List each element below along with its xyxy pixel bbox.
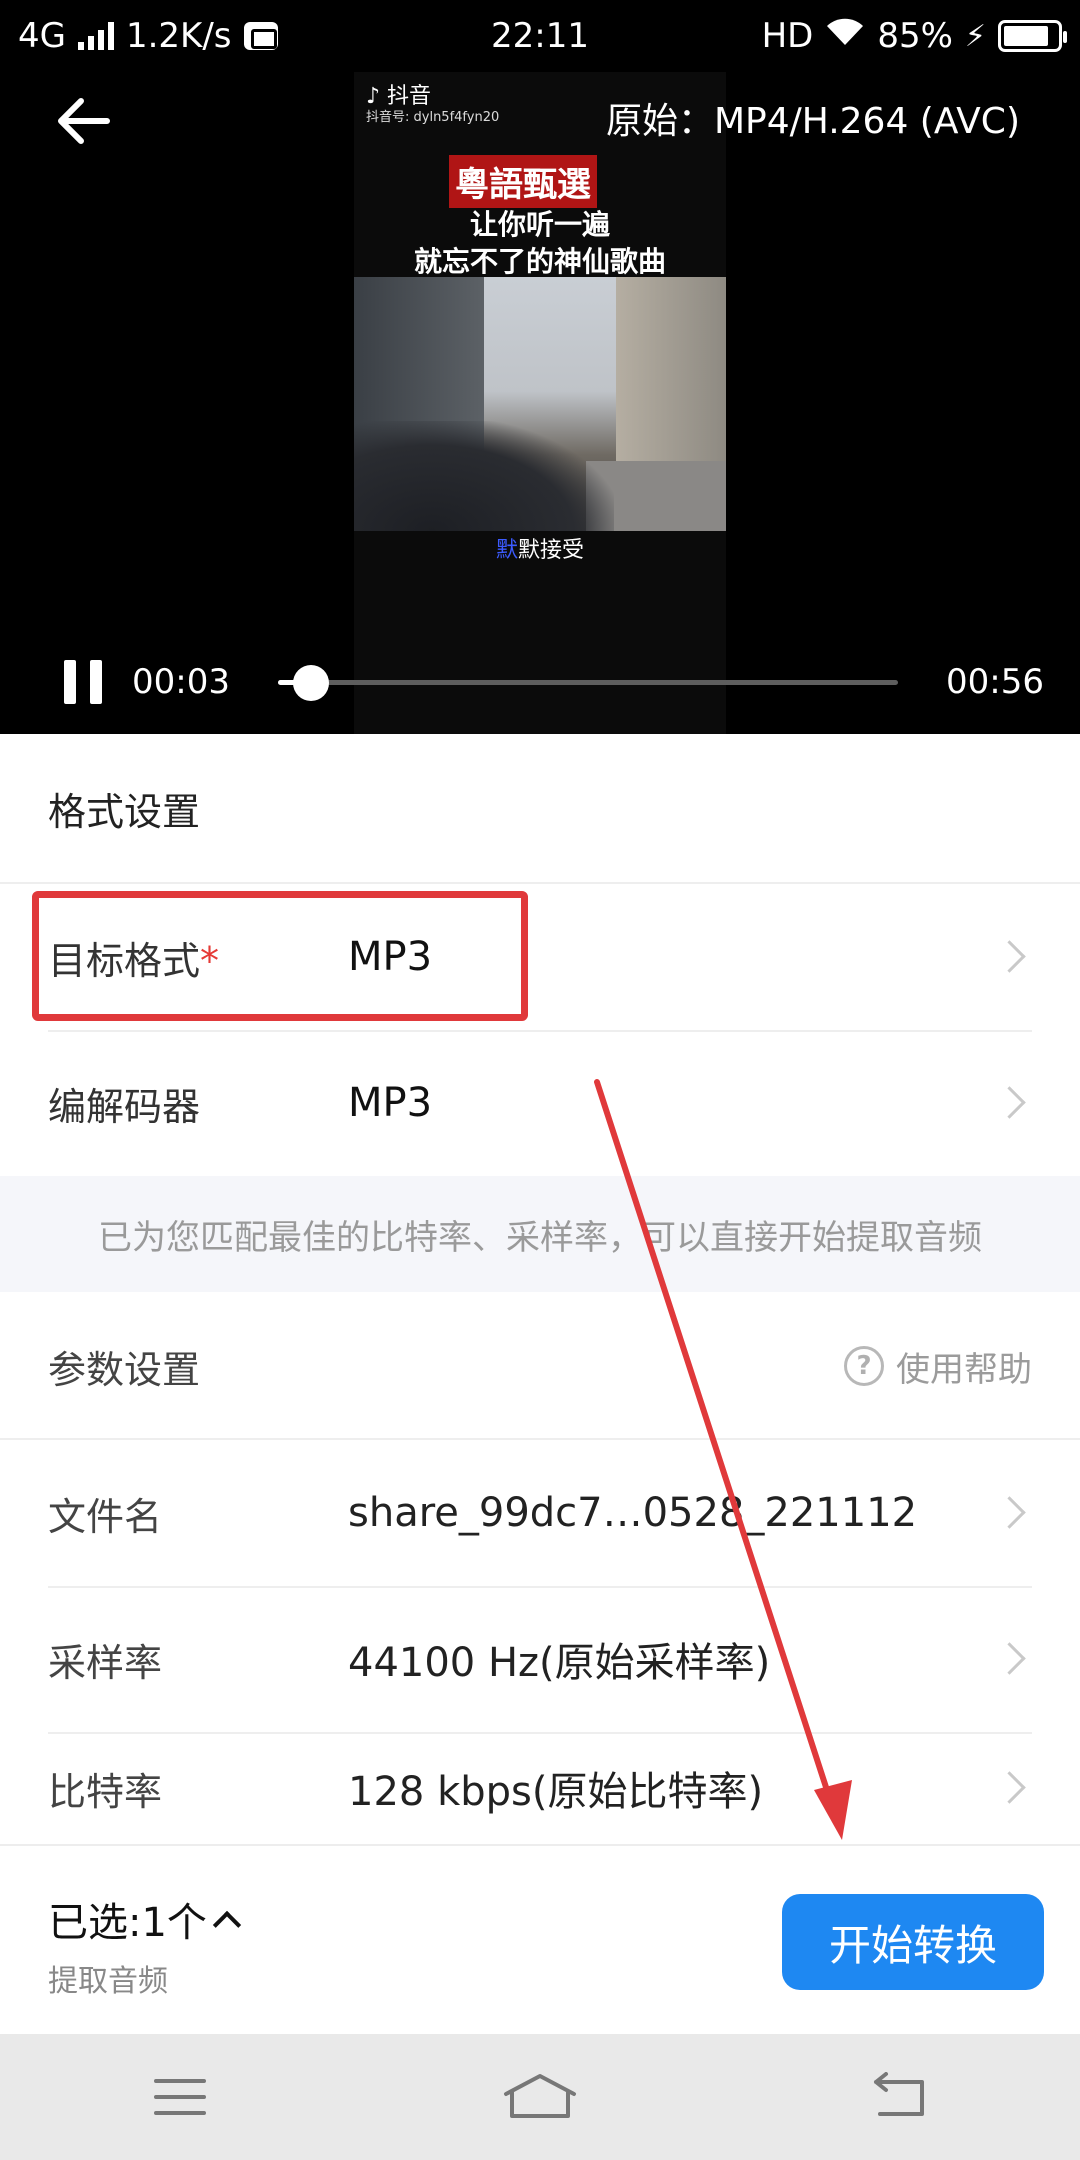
total-time: 00:56 [946,662,1044,702]
network-speed: 1.2K/s [125,16,232,56]
status-left: 4G 1.2K/s [18,16,278,56]
params-section-title: 参数设置 [48,1347,201,1392]
menu-icon [154,2079,206,2115]
format-section-label: 格式设置 [48,789,201,834]
selected-count-label: 已选:1个 [48,1900,207,1946]
hint-banner: 已为您匹配最佳的比特率、采样率，可以直接开始提取音频 [0,1176,1080,1292]
filename-label: 文件名 [48,1494,163,1539]
chevron-right-icon [992,1083,1032,1123]
chevron-right-icon [992,1639,1032,1679]
tiktok-name: 抖音 [387,84,432,109]
question-circle-icon: ? [844,1346,884,1386]
video-street-scene [354,277,726,531]
tiktok-watermark: ♪ 抖音 抖音号: dyln5f4fyn20 [366,84,499,126]
charging-icon: ⚡ [964,18,986,54]
tiktok-id: 抖音号: dyln5f4fyn20 [366,110,500,126]
network-type: 4G [18,16,66,56]
seek-thumb[interactable] [293,665,330,701]
params-section-header: 参数设置 ? 使用帮助 [0,1292,1080,1440]
chevron-right-icon [992,1493,1032,1533]
current-time: 00:03 [132,662,230,702]
back-button[interactable] [48,86,118,156]
samplerate-value: 44100 Hz(原始采样率) [348,1640,771,1686]
subtitle-highlight: 默 [495,538,518,563]
pause-button[interactable] [60,660,106,704]
video-subtitle: 默默接受 [354,532,726,564]
samplerate-row[interactable]: 采样率 44100 Hz(原始采样率) [0,1586,1080,1732]
codec-row[interactable]: 编解码器 MP3 [0,1030,1080,1176]
codec-value: MP3 [348,1080,433,1126]
arrow-left-icon [58,98,110,144]
return-icon [874,2072,924,2116]
action-bar: 已选:1个 提取音频 开始转换 [0,1844,1080,2034]
bitrate-value: 128 kbps(原始比特率) [348,1769,764,1815]
battery-percent: 85% [877,16,953,56]
chevron-up-icon [212,1910,242,1940]
menu-button[interactable] [120,2057,240,2137]
back-nav-button[interactable] [840,2057,960,2137]
video-caption-line2: 就忘不了的神仙歌曲 [413,245,666,278]
wifi-icon [825,16,865,56]
hd-indicator: HD [761,16,814,56]
seek-bar[interactable] [278,665,898,701]
system-nav-bar [0,2034,1080,2160]
subtitle-text: 默接受 [518,538,585,563]
home-button[interactable] [480,2057,600,2137]
selected-count-toggle[interactable]: 已选:1个 [48,1890,242,1948]
bitrate-label: 比特率 [48,1769,163,1814]
status-bar: 4G 1.2K/s 22:11 HD 85% ⚡ [0,0,1080,72]
signal-icon [77,22,114,50]
video-caption-line1: 让你听一遍 [469,208,610,241]
format-section-title: 格式设置 [0,734,1080,882]
start-convert-button[interactable]: 开始转换 [782,1894,1044,1990]
video-player[interactable]: ♪ 抖音 抖音号: dyln5f4fyn20 粵語甄選 让你听一遍 就忘不了的神… [0,72,1080,734]
help-link[interactable]: ? 使用帮助 [844,1342,1032,1391]
video-title-badge: 粵語甄選 [449,155,597,208]
home-icon [504,2074,576,2118]
tiktok-logo-icon: ♪ [366,84,381,109]
status-right: HD 85% ⚡ [761,16,1067,56]
help-label: 使用帮助 [896,1349,1032,1390]
chevron-right-icon [992,1768,1032,1808]
playback-controls: 00:03 00:56 [0,652,1080,712]
notification-app-icon [243,22,278,50]
battery-icon [998,20,1067,52]
source-format-label: 原始：MP4/H.264 (AVC) [605,101,1020,142]
annotation-highlight-box [32,891,528,1021]
samplerate-label: 采样率 [48,1640,163,1685]
filename-row[interactable]: 文件名 share_99dc7…0528_221112 [0,1440,1080,1586]
mode-label: 提取音频 [48,1964,168,1999]
chevron-right-icon [992,937,1032,977]
codec-label: 编解码器 [48,1084,201,1129]
bitrate-row[interactable]: 比特率 128 kbps(原始比特率) [0,1732,1080,1844]
filename-value: share_99dc7…0528_221112 [348,1490,918,1536]
video-frame: ♪ 抖音 抖音号: dyln5f4fyn20 粵語甄選 让你听一遍 就忘不了的神… [354,72,726,734]
